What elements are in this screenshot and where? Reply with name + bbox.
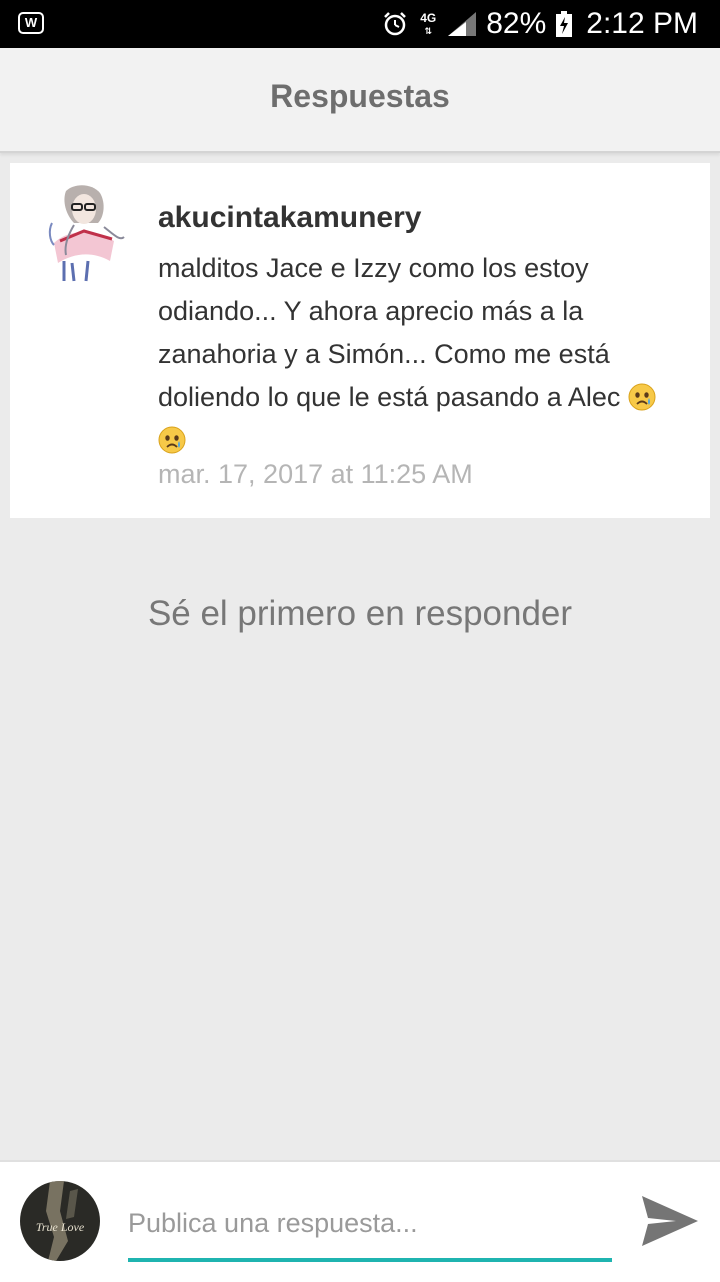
comment-body: malditos Jace e Izzy como los estoy odia… xyxy=(158,247,698,462)
comment-username[interactable]: akucintakamunery xyxy=(158,201,421,235)
crying-face-icon xyxy=(158,426,186,454)
crying-face-icon xyxy=(628,383,656,411)
comment-card[interactable]: akucintakamunery malditos Jace e Izzy co… xyxy=(10,163,710,518)
send-icon[interactable] xyxy=(638,1192,700,1250)
status-icons: 4G ⇅ 82% 2:12 PM xyxy=(382,0,698,48)
clock: 2:12 PM xyxy=(586,7,698,40)
current-user-avatar[interactable]: True Love xyxy=(20,1181,100,1261)
comment-timestamp: mar. 17, 2017 at 11:25 AM xyxy=(158,459,473,489)
app-header: Respuestas xyxy=(0,48,720,153)
status-bar: W 4G ⇅ 82% 2:12 PM xyxy=(0,0,720,48)
network-type: 4G ⇅ xyxy=(420,10,437,36)
battery-charging-icon xyxy=(556,11,573,37)
user-avatar[interactable] xyxy=(44,183,134,285)
reply-bar: True Love xyxy=(0,1160,720,1282)
input-underline xyxy=(128,1258,612,1262)
alarm-icon xyxy=(384,12,407,36)
avatar-caption: True Love xyxy=(36,1220,85,1234)
signal-icon xyxy=(448,12,477,36)
comment-text: malditos Jace e Izzy como los estoy odia… xyxy=(158,253,628,412)
empty-replies-message: Sé el primero en responder xyxy=(147,594,573,633)
reply-input[interactable] xyxy=(128,1200,612,1246)
page-title: Respuestas xyxy=(270,78,450,114)
app-notification-icon: W xyxy=(18,12,44,34)
battery-percent: 82% xyxy=(486,7,547,40)
